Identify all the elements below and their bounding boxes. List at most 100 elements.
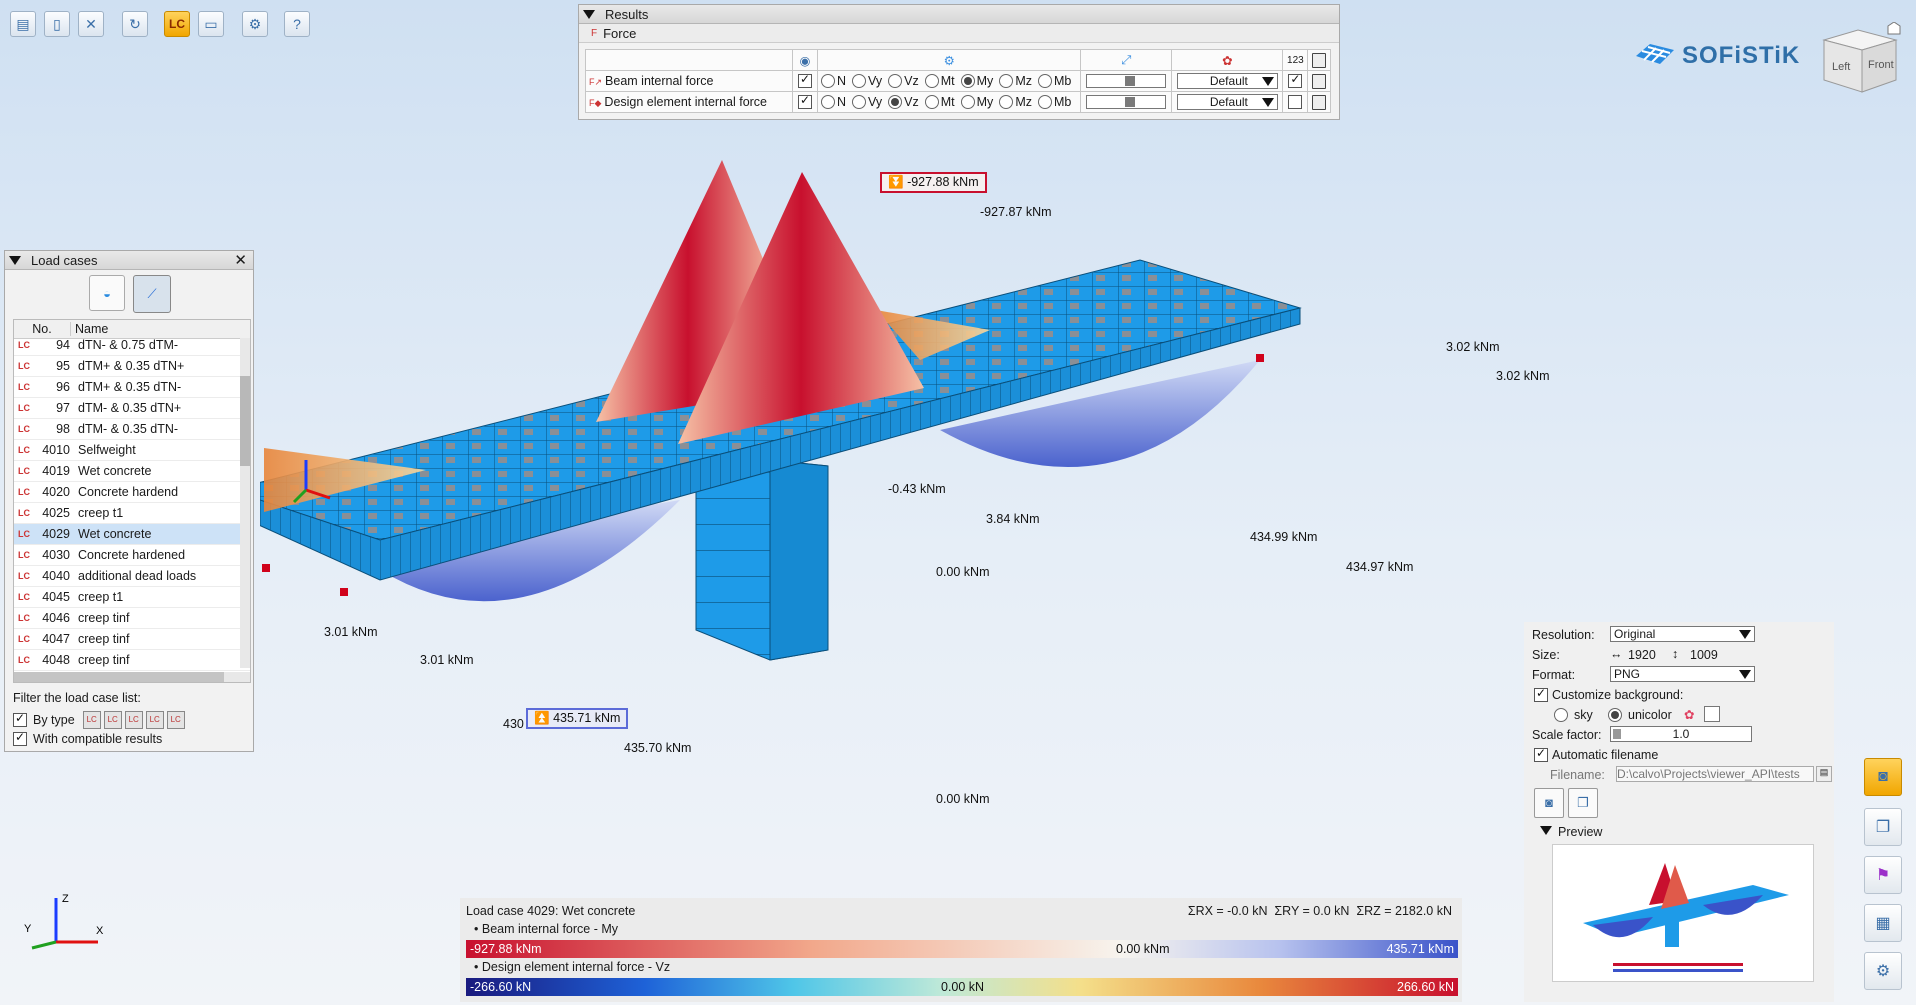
open-folder-icon[interactable]: ▤: [10, 11, 36, 37]
results-table: ◉ ⚙ ⤢ ✿ 123 F↗Beam internal force NVyVzM…: [585, 49, 1332, 113]
force-group[interactable]: F Force: [579, 24, 1339, 43]
preview-collapse-icon[interactable]: [1540, 826, 1552, 835]
scale-slider[interactable]: [1086, 74, 1167, 89]
surface-view-button[interactable]: ◒: [89, 275, 125, 311]
radio-Mt[interactable]: [924, 74, 939, 89]
printer-icon[interactable]: ▭: [198, 11, 224, 37]
settings-icon[interactable]: ⚙: [242, 11, 268, 37]
values-checkbox[interactable]: [1288, 95, 1303, 110]
load-case-row[interactable]: LC 4046 creep tinf: [14, 608, 250, 629]
help-icon[interactable]: ?: [284, 11, 310, 37]
radio-Mt[interactable]: [924, 95, 939, 110]
camera-icon[interactable]: ◙: [1534, 788, 1564, 818]
radio-Vy[interactable]: [852, 95, 867, 110]
load-case-row[interactable]: LC 4025 creep t1: [14, 503, 250, 524]
load-case-row[interactable]: LC 98 dTM- & 0.35 dTN-: [14, 419, 250, 440]
unicolor-radio[interactable]: [1608, 708, 1622, 722]
radio-Vz[interactable]: [888, 95, 903, 110]
view-cube[interactable]: Left Front: [1818, 22, 1902, 98]
copy-image-icon[interactable]: ❐: [1568, 788, 1598, 818]
col-no[interactable]: No.: [14, 322, 71, 336]
load-case-row[interactable]: LC 4048 creep tinf: [14, 650, 250, 671]
delete-icon[interactable]: [1312, 73, 1327, 89]
style-dropdown[interactable]: Default: [1176, 73, 1278, 89]
radio-N[interactable]: [821, 95, 835, 110]
visible-checkbox[interactable]: [798, 93, 812, 110]
scale-field[interactable]: 1.0: [1610, 726, 1752, 742]
radio-Mz[interactable]: [999, 74, 1014, 89]
delete-icon[interactable]: [1312, 94, 1327, 110]
scale-slider[interactable]: [1086, 95, 1167, 110]
load-cases-title: Load cases: [31, 252, 98, 268]
height-field[interactable]: 1009: [1690, 648, 1718, 662]
custom-bg-checkbox[interactable]: [1534, 686, 1548, 702]
scrollbar[interactable]: [240, 338, 250, 668]
browse-folder-icon[interactable]: ▤: [1816, 766, 1832, 782]
load-case-row[interactable]: LC 4019 Wet concrete: [14, 461, 250, 482]
type-filter-icon[interactable]: LC: [124, 711, 143, 729]
export-document-button[interactable]: ❐: [1864, 808, 1902, 846]
preview-label: Preview: [1558, 825, 1603, 839]
resolution-dropdown[interactable]: Original: [1610, 626, 1755, 642]
home-icon[interactable]: [1887, 22, 1901, 35]
load-case-row[interactable]: LC 97 dTM- & 0.35 dTN+: [14, 398, 250, 419]
radio-Mb[interactable]: [1037, 74, 1052, 89]
document-icon[interactable]: ▯: [44, 11, 70, 37]
compatible-checkbox[interactable]: [13, 730, 27, 746]
load-case-row[interactable]: LC 4045 creep t1: [14, 587, 250, 608]
result-row[interactable]: F◆Design element internal force NVyVzMtM…: [585, 91, 1332, 113]
grid-view-button[interactable]: ▦: [1864, 904, 1902, 942]
refresh-icon[interactable]: ↻: [122, 11, 148, 37]
max-positive-badge[interactable]: ⏫ 435.71 kNm: [526, 708, 629, 729]
radio-Vy[interactable]: [852, 74, 867, 89]
radio-N[interactable]: [821, 74, 835, 89]
close-x-icon[interactable]: ✕: [78, 11, 104, 37]
load-case-row[interactable]: LC 4040 additional dead loads: [14, 566, 250, 587]
load-case-row[interactable]: LC 96 dTM+ & 0.35 dTN-: [14, 377, 250, 398]
visible-checkbox[interactable]: [798, 72, 812, 89]
color-swatch[interactable]: [1704, 706, 1720, 722]
load-case-row[interactable]: LC 94 dTN- & 0.75 dTM-: [14, 335, 250, 356]
type-filter-icon[interactable]: LC: [82, 711, 101, 729]
values-checkbox[interactable]: [1288, 72, 1303, 89]
type-filter-icon[interactable]: LC: [103, 711, 122, 729]
radio-My[interactable]: [960, 74, 975, 89]
load-cases-header[interactable]: Load cases ✕: [5, 251, 253, 270]
col-name[interactable]: Name: [71, 322, 108, 336]
type-filter-icon[interactable]: LC: [145, 711, 164, 729]
radio-Vz[interactable]: [888, 74, 903, 89]
load-case-no: 4045: [42, 590, 70, 604]
load-case-row[interactable]: LC 4047 creep tinf: [14, 629, 250, 650]
by-type-checkbox[interactable]: [13, 711, 27, 727]
collapse-icon[interactable]: [9, 255, 21, 265]
result-row[interactable]: F↗Beam internal force NVyVzMtMyMzMb Defa…: [585, 70, 1332, 92]
type-filter-icon[interactable]: LC: [166, 711, 185, 729]
color-wheel-icon[interactable]: ✿: [1684, 707, 1694, 722]
width-field[interactable]: 1920: [1628, 648, 1656, 662]
screenshot-button[interactable]: ◙: [1864, 758, 1902, 796]
auto-filename-checkbox[interactable]: [1534, 746, 1548, 762]
lc-button[interactable]: LC: [164, 11, 190, 37]
format-dropdown[interactable]: PNG: [1610, 666, 1755, 682]
load-case-row[interactable]: LC 4030 Concrete hardened: [14, 545, 250, 566]
close-icon[interactable]: ✕: [234, 251, 247, 269]
load-case-row[interactable]: LC 95 dTM+ & 0.35 dTN+: [14, 356, 250, 377]
design-element-button[interactable]: ⚑: [1864, 856, 1902, 894]
collapse-icon[interactable]: [583, 9, 595, 19]
legend-reaction-sums: ΣRX = -0.0 kN ΣRY = 0.0 kN ΣRZ = 2182.0 …: [1187, 904, 1452, 918]
settings-button[interactable]: ⚙: [1864, 952, 1902, 990]
sky-radio[interactable]: [1554, 708, 1568, 722]
max-negative-badge[interactable]: ⏬ -927.88 kNm: [880, 172, 987, 193]
load-case-row[interactable]: LC 4020 Concrete hardend: [14, 482, 250, 503]
chevron-down-icon: ⏬: [888, 175, 904, 189]
filename-field[interactable]: D:\calvo\Projects\viewer_API\tests: [1616, 766, 1814, 782]
style-dropdown[interactable]: Default: [1176, 94, 1278, 110]
h-scrollbar[interactable]: [14, 672, 250, 682]
load-case-row[interactable]: LC 4029 Wet concrete: [14, 524, 250, 545]
line-view-button[interactable]: ⟋: [133, 275, 171, 313]
radio-My[interactable]: [960, 95, 975, 110]
load-case-row[interactable]: LC 4010 Selfweight: [14, 440, 250, 461]
results-header[interactable]: Results: [579, 5, 1339, 24]
radio-Mb[interactable]: [1037, 95, 1052, 110]
radio-Mz[interactable]: [999, 95, 1014, 110]
